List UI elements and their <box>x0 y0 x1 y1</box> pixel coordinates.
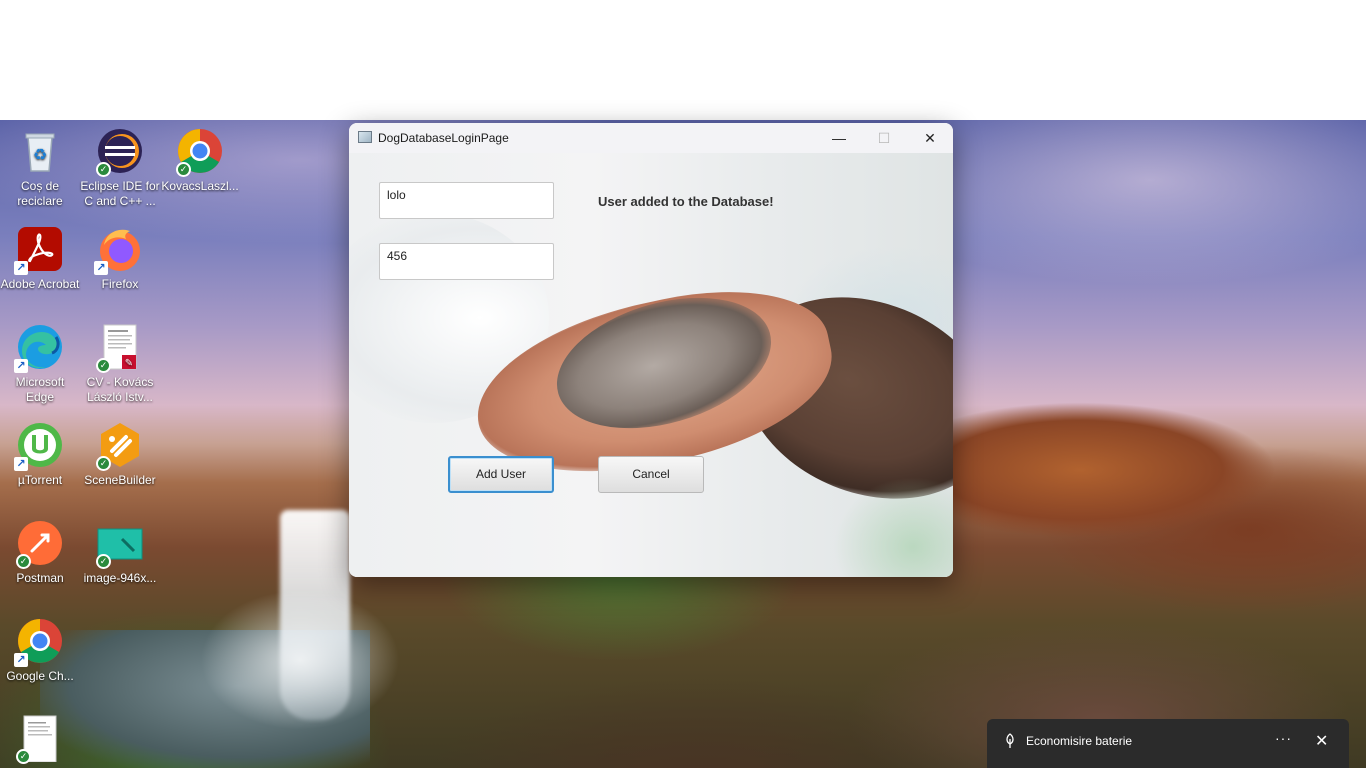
desktop-icon-google-chrome[interactable]: ↗ Google Ch... <box>0 617 80 684</box>
utorrent-icon: ↗ <box>14 421 64 471</box>
window-titlebar[interactable]: DogDatabaseLoginPage — ☐ ✕ <box>349 123 953 153</box>
username-field[interactable]: lolo <box>379 182 554 219</box>
notification-close-icon[interactable]: ✕ <box>1315 731 1328 751</box>
desktop-icon-label: Google Ch... <box>6 669 74 683</box>
desktop-icon-microsoft-edge[interactable]: ↗ Microsoft Edge <box>0 323 80 405</box>
desktop-icon-label: Microsoft Edge <box>15 375 65 404</box>
minimize-button[interactable]: — <box>816 123 862 153</box>
sync-check-icon: ✓ <box>96 358 111 373</box>
add-user-button[interactable]: Add User <box>448 456 554 493</box>
desktop-icon-label: CV - Kovács László Istv... <box>86 375 154 404</box>
chrome-icon: ↗ <box>14 617 64 667</box>
shortcut-arrow-icon: ↗ <box>14 359 28 373</box>
app-window-icon <box>358 131 372 143</box>
sync-check-icon: ✓ <box>96 554 111 569</box>
status-message: User added to the Database! <box>598 194 774 209</box>
window-title: DogDatabaseLoginPage <box>378 131 509 145</box>
desktop-icon-label: Postman <box>16 571 64 585</box>
sync-check-icon: ✓ <box>96 456 111 471</box>
battery-saver-notification[interactable]: Economisire baterie ··· ✕ <box>987 719 1349 768</box>
desktop-icon-label: image-946x... <box>83 571 157 585</box>
desktop-icon-label: Firefox <box>101 277 139 291</box>
sync-check-icon: ✓ <box>16 749 31 764</box>
background-photo-corner <box>833 477 953 577</box>
desktop-icon-label: Eclipse IDE for C and C++ ... <box>80 179 160 208</box>
desktop-icon-image-file[interactable]: ✓ image-946x... <box>80 519 160 586</box>
desktop-icon-postman[interactable]: ✓ Postman <box>0 519 80 586</box>
shortcut-arrow-icon: ↗ <box>14 261 28 275</box>
edge-icon: ↗ <box>14 323 64 373</box>
shortcut-arrow-icon: ↗ <box>14 457 28 471</box>
shortcut-arrow-icon: ↗ <box>14 653 28 667</box>
svg-text:✎: ✎ <box>125 358 133 369</box>
firefox-icon: ↗ <box>94 225 144 275</box>
more-options-icon[interactable]: ··· <box>1275 730 1292 746</box>
sync-check-icon: ✓ <box>16 554 31 569</box>
sync-check-icon: ✓ <box>96 162 111 177</box>
shortcut-arrow-icon: ↗ <box>94 261 108 275</box>
pdf-document-icon: ✎ ✓ <box>96 323 144 373</box>
desktop-icon-utorrent[interactable]: ↗ µTorrent <box>0 421 80 488</box>
desktop-icon-label: µTorrent <box>17 473 63 487</box>
desktop-icon-cv-pdf[interactable]: ✎ ✓ CV - Kovács László Istv... <box>80 323 160 405</box>
desktop-icon-label: KovacsLaszl... <box>161 179 239 193</box>
scenebuilder-icon: ✓ <box>96 421 144 471</box>
notification-text: Economisire baterie <box>1026 734 1133 748</box>
desktop-icon-eclipse[interactable]: ✓ Eclipse IDE for C and C++ ... <box>80 127 160 209</box>
acrobat-icon: ↗ <box>14 225 64 275</box>
window-content: lolo 456 User added to the Database! Add… <box>349 153 953 577</box>
desktop-icon-document[interactable]: ✓ <box>0 714 80 766</box>
desktop-icon-adobe-acrobat[interactable]: ↗ Adobe Acrobat <box>0 225 80 292</box>
desktop-icon-label: SceneBuilder <box>84 473 156 487</box>
close-button[interactable]: ✕ <box>907 123 953 153</box>
desktop-icon-recycle-bin[interactable]: ♻ Coș de reciclare <box>0 127 80 209</box>
document-icon: ✓ <box>16 714 64 764</box>
desktop-icon-label: Coș de reciclare <box>17 179 63 208</box>
eclipse-icon: ✓ <box>96 127 144 177</box>
postman-icon: ✓ <box>16 519 64 569</box>
password-field[interactable]: 456 <box>379 243 554 280</box>
sync-check-icon: ✓ <box>176 162 191 177</box>
desktop-icon-scenebuilder[interactable]: ✓ SceneBuilder <box>80 421 160 488</box>
wallpaper-mist <box>200 590 400 730</box>
chrome-icon: ✓ <box>176 127 224 177</box>
recycle-bin-icon: ♻ <box>16 127 64 175</box>
battery-saver-icon <box>1003 733 1017 749</box>
image-file-icon: ✓ <box>96 519 144 569</box>
desktop-icon-label: Adobe Acrobat <box>0 277 80 291</box>
desktop-icon-kovacs-chrome[interactable]: ✓ KovacsLaszl... <box>160 127 240 194</box>
cancel-button[interactable]: Cancel <box>598 456 704 493</box>
maximize-button[interactable]: ☐ <box>861 123 907 153</box>
desktop-icon-firefox[interactable]: ↗ Firefox <box>80 225 160 292</box>
app-window: DogDatabaseLoginPage — ☐ ✕ lolo 456 User… <box>349 123 953 577</box>
svg-text:♻: ♻ <box>33 147 47 164</box>
